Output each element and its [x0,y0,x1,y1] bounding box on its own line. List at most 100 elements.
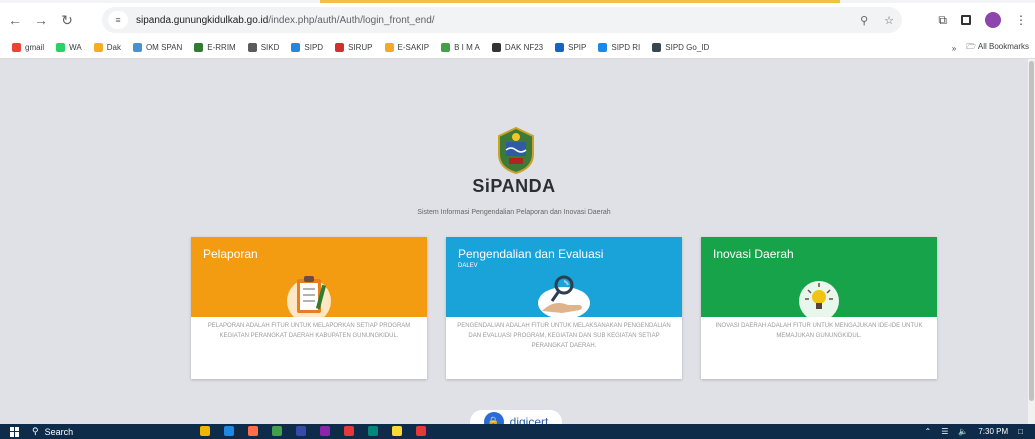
bookmark-label: SPIP [568,43,587,52]
bookmark-item[interactable]: SPIP [555,43,586,52]
site-info-icon[interactable]: ≡ [108,11,128,29]
app-icon[interactable] [416,426,426,436]
side-panel-icon[interactable] [961,15,971,25]
search-icon: ⚲ [32,426,39,436]
system-tray: ⌃ ☰ 🔈 7:30 PM □ [925,424,1023,439]
bookmark-favicon-icon [132,43,142,52]
profile-avatar[interactable] [985,12,1001,28]
bookmark-favicon-icon [652,43,662,52]
bookmarks-bar: gmail WA Dak OM SPAN E-RRIM SIKD SIPD SIRUP E-SA… [0,37,1035,59]
bookmark-label: SIPD Go_ID [665,43,710,52]
bookmark-item[interactable]: SIKD [247,43,280,52]
card-title: Inovasi Daerah [713,247,794,261]
bookmark-item[interactable]: SIPD [291,43,323,52]
brand-title: SiPANDA [472,176,556,196]
bookmark-favicon-icon [291,43,301,52]
all-bookmarks-button[interactable]: 🗁 All Bookmarks [966,41,1029,55]
card-subtitle: DALEV [458,263,478,269]
bookmark-item[interactable]: SIPD RI [598,43,640,52]
feature-card[interactable]: Inovasi Daerah INOVASI DAERAH ADALAH FITU… [701,237,937,379]
card-title: Pengendalian dan Evaluasi [458,247,604,261]
card-header[interactable]: Pelaporan [191,237,427,323]
bookmark-label: gmail [25,43,45,52]
clipboard-checklist-icon [279,271,339,323]
app-icon[interactable] [272,426,282,436]
feature-card[interactable]: Pengendalian dan Evaluasi DALEV PENGENDALI… [446,237,682,379]
bookmark-item[interactable]: E-RRIM [194,43,236,52]
bookmark-favicon-icon [441,43,451,52]
bookmark-item[interactable]: OM SPAN [132,43,183,52]
tagline: Sistem Informasi Pengendalian Pelaporan … [417,209,611,216]
bookmark-label: SIRUP [348,43,373,52]
clock[interactable]: 7:30 PM [978,427,1008,436]
address-bar[interactable]: ≡ sipanda.gunungkidulkab.go.id/index.php… [102,7,902,33]
app-icon[interactable] [344,426,354,436]
chevron-up-icon[interactable]: ⌃ [925,427,932,436]
scrollbar[interactable] [1028,59,1035,424]
card-description: INOVASI DAERAH ADALAH FITUR UNTUK MENGAJ… [715,323,923,339]
bookmark-label: B I M A [454,43,480,52]
taskbar-search[interactable]: ⚲ Search [32,425,73,438]
url-host: sipanda.gunungkidulkab.go.id [136,14,269,26]
bookmark-label: DAK NF23 [504,43,544,52]
taskbar-search-label: Search [44,426,74,437]
bookmark-item[interactable]: SIRUP [335,43,373,52]
app-icon[interactable] [248,426,258,436]
more-bookmarks-icon[interactable]: » [952,44,956,53]
windows-taskbar: ⚲ Search ⌃ ☰ 🔈 7:30 PM □ [0,424,1035,439]
network-icon[interactable]: ☰ [941,427,948,436]
bookmark-favicon-icon [491,43,501,52]
page-content: SiPANDA Sistem Informasi Pengendalian Pe… [0,59,1028,434]
app-icon[interactable] [368,426,378,436]
chrome-icon[interactable] [392,426,402,436]
bookmark-label: OM SPAN [145,43,183,52]
zoom-icon[interactable]: ⚲ [860,14,868,27]
bookmark-label: SIKD [260,43,280,52]
reload-icon[interactable]: ↻ [56,9,78,31]
bookmark-favicon-icon [555,43,565,52]
idea-lightbulb-icon [789,271,849,321]
bookmark-item[interactable]: Dak [93,43,121,52]
card-header[interactable]: Pengendalian dan Evaluasi DALEV [446,237,682,319]
url-path: /index.php/auth/Auth/login_front_end/ [268,14,435,26]
windows-start-icon[interactable] [10,426,20,437]
bookmark-favicon-icon [12,43,21,52]
back-icon[interactable]: ← [4,9,26,31]
bookmark-label: E-RRIM [207,43,236,52]
card-header[interactable]: Inovasi Daerah [701,237,937,321]
scrollbar-thumb[interactable] [1029,61,1034,401]
bookmark-item[interactable]: WA [56,43,82,52]
bookmark-favicon-icon [93,43,103,52]
bookmark-favicon-icon [598,43,608,52]
file-explorer-icon[interactable] [200,426,210,436]
app-icon[interactable] [224,426,234,436]
bookmark-label: SIPD RI [611,43,641,52]
bookmark-label: SIPD [304,43,324,52]
magnifier-hand-icon [534,271,594,319]
menu-icon[interactable]: ⋮ [1015,13,1027,27]
card-description: PENGENDALIAN ADALAH FITUR UNTUK MELAKSAN… [457,323,671,349]
bookmark-favicon-icon [56,43,66,52]
bookmark-label: WA [69,43,82,52]
bookmark-item[interactable]: DAK NF23 [491,43,544,52]
bookmark-favicon-icon [384,43,394,52]
bookmark-favicon-icon [247,43,257,52]
bookmark-item[interactable]: E-SAKIP [384,43,430,52]
bookmark-item[interactable]: SIPD Go_ID [652,43,709,52]
extensions-icon[interactable]: ⧉ [938,13,947,28]
bookmark-label: E-SAKIP [397,43,430,52]
forward-icon[interactable]: → [30,9,52,31]
feature-card[interactable]: Pelaporan PELAPORAN ADALAH FITUR UNTUK ME… [191,237,427,379]
gunungkidul-seal-logo [498,126,534,174]
url-text[interactable]: sipanda.gunungkidulkab.go.id/index.php/a… [136,15,435,26]
volume-icon[interactable]: 🔈 [958,427,968,436]
bookmark-item[interactable]: B I M A [441,43,480,52]
app-icon[interactable] [320,426,330,436]
notification-icon[interactable]: □ [1018,427,1023,436]
bookmark-favicon-icon [335,43,345,52]
bookmark-item[interactable]: gmail [12,43,44,52]
card-description: PELAPORAN ADALAH FITUR UNTUK MELAPORKAN … [207,323,411,339]
app-icon[interactable] [296,426,306,436]
bookmark-star-icon[interactable]: ☆ [884,14,894,27]
browser-toolbar: ← → ↻ ≡ sipanda.gunungkidulkab.go.id/ind… [0,3,1035,37]
